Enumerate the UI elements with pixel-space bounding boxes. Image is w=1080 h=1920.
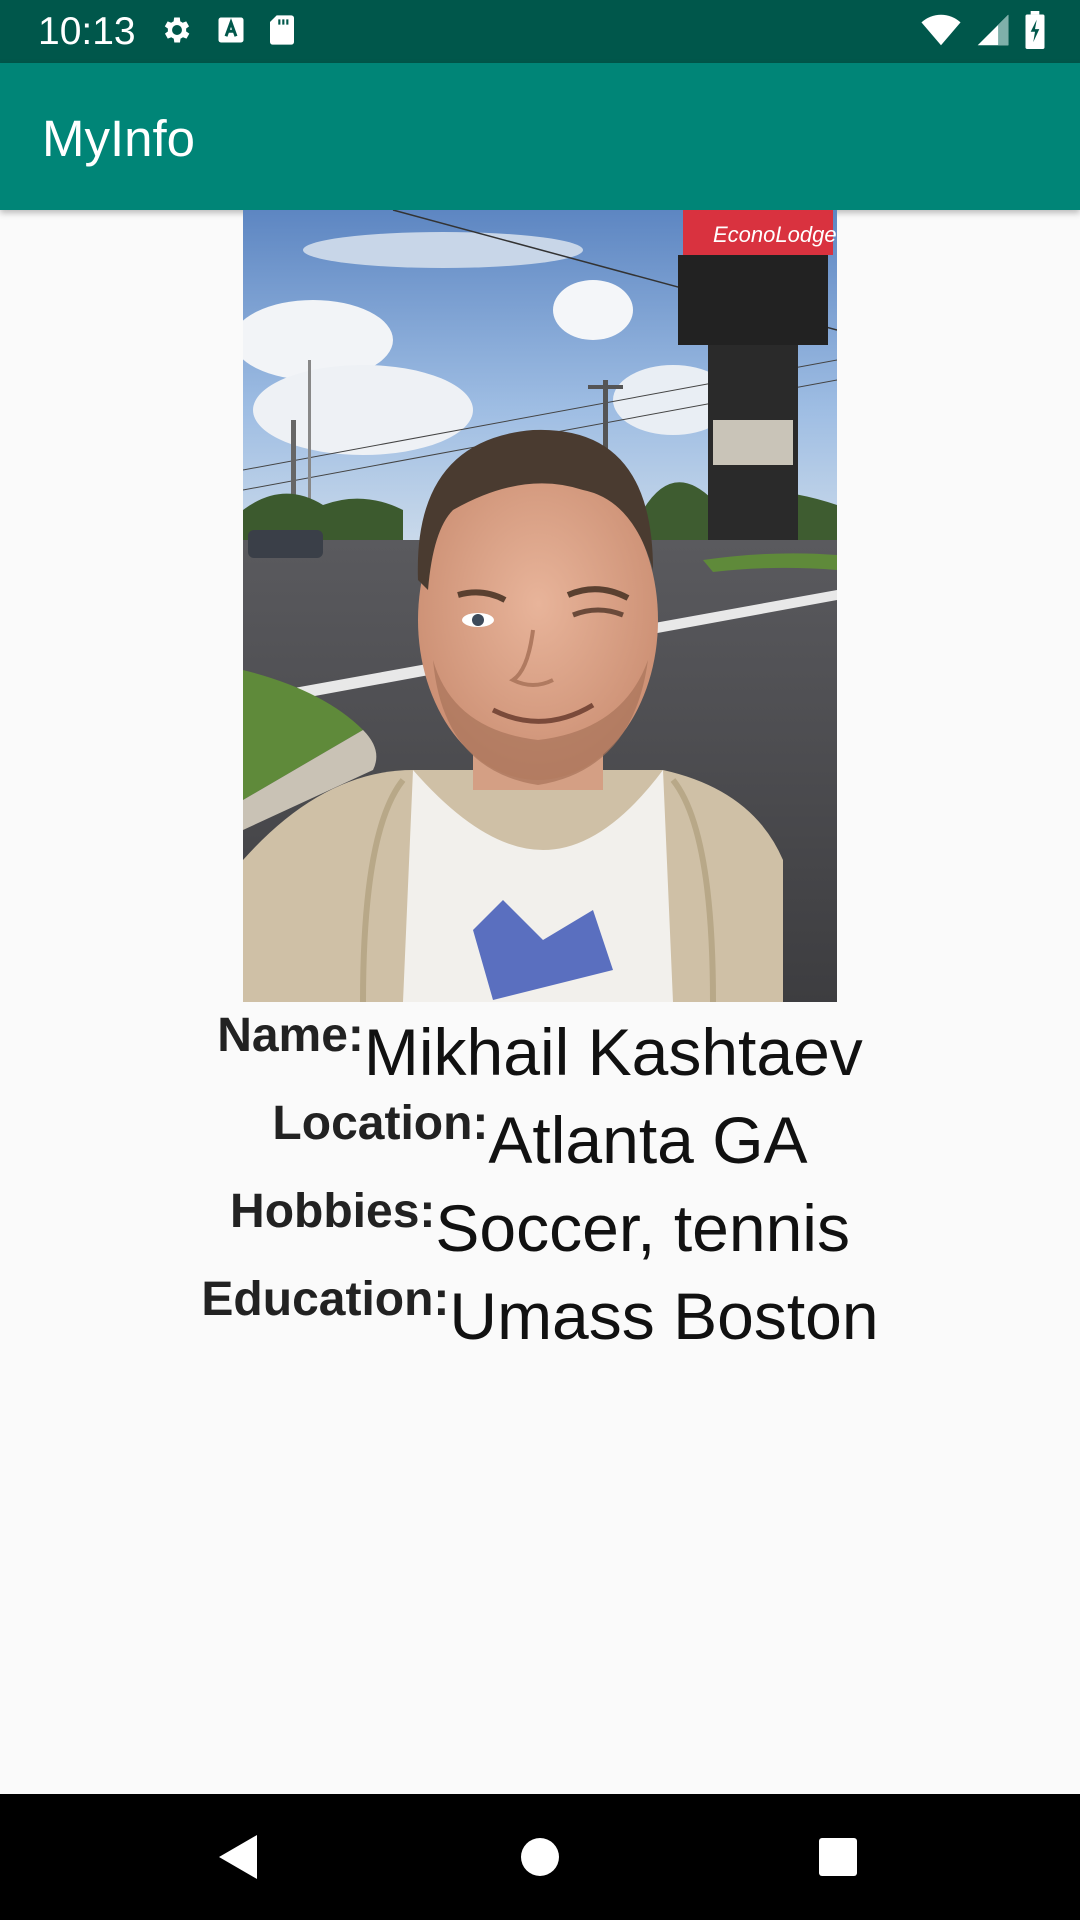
back-icon xyxy=(219,1835,257,1879)
app-bar: MyInfo xyxy=(0,63,1080,210)
sd-card-icon xyxy=(268,14,296,51)
recents-icon xyxy=(819,1838,857,1876)
battery-charging-icon xyxy=(1024,10,1046,54)
app-title: MyInfo xyxy=(42,110,196,167)
hobbies-value: Soccer, tennis xyxy=(435,1191,850,1265)
status-bar: 10:13 xyxy=(0,0,1080,63)
recents-button[interactable] xyxy=(805,1824,871,1890)
education-value: Umass Boston xyxy=(449,1279,879,1353)
hobbies-label: Hobbies: xyxy=(230,1185,436,1238)
education-label: Education: xyxy=(201,1273,450,1326)
info-row-name: Name: Mikhail Kashtaev xyxy=(0,1008,1080,1090)
settings-icon xyxy=(160,13,194,52)
a-notification-icon xyxy=(216,15,246,50)
home-button[interactable] xyxy=(507,1824,573,1890)
location-value: Atlanta GA xyxy=(488,1103,808,1177)
info-row-hobbies: Hobbies: Soccer, tennis xyxy=(0,1184,1080,1266)
profile-photo-illustration: EconoLodge xyxy=(243,210,837,1002)
status-icons-left xyxy=(160,14,296,50)
name-value: Mikhail Kashtaev xyxy=(363,1015,863,1089)
info-row-education: Education: Umass Boston xyxy=(0,1272,1080,1354)
status-time: 10:13 xyxy=(38,10,136,53)
cell-signal-icon xyxy=(976,13,1010,52)
name-label: Name: xyxy=(217,1009,364,1062)
wifi-icon xyxy=(920,13,962,52)
info-row-location: Location: Atlanta GA xyxy=(0,1096,1080,1178)
home-icon xyxy=(521,1838,559,1876)
status-icons-right xyxy=(920,10,1046,54)
econolodge-sign: EconoLodge xyxy=(713,222,837,247)
navigation-bar xyxy=(0,1794,1080,1920)
location-label: Location: xyxy=(272,1097,489,1150)
back-button[interactable] xyxy=(205,1824,271,1890)
profile-content: EconoLodge Name: Mikhail Kashtaev Locati… xyxy=(0,210,1080,1794)
profile-photo: EconoLodge xyxy=(243,210,837,1002)
